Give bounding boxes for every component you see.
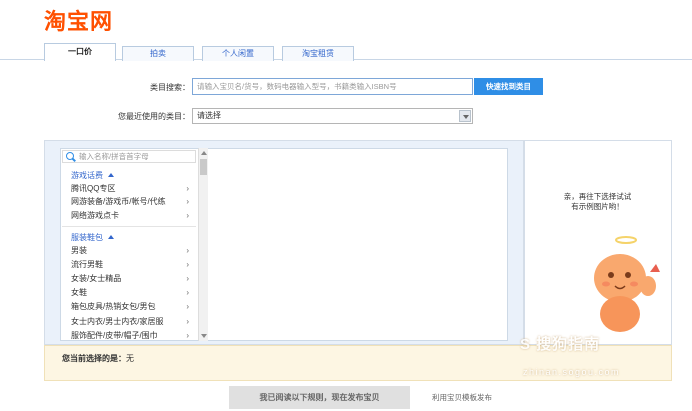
dropdown-arrow-icon[interactable]	[459, 110, 471, 122]
category-item[interactable]: 网络游戏点卡 ›	[71, 210, 189, 222]
category-search-label: 类目搜索：	[150, 83, 190, 92]
chevron-right-icon: ›	[186, 302, 189, 311]
scroll-thumb[interactable]	[200, 159, 207, 175]
recent-category-label: 您最近使用的类目：	[118, 112, 190, 121]
category-filter-input[interactable]: 输入名称/拼音首字母	[62, 150, 196, 163]
chevron-right-icon: ›	[186, 211, 189, 220]
category-item[interactable]: 腾讯QQ专区 ›	[71, 183, 189, 195]
chevron-right-icon: ›	[186, 288, 189, 297]
sogou-watermark: S 搜狗指南	[520, 336, 601, 353]
collapse-icon	[108, 173, 114, 177]
tab-auction[interactable]: 拍卖	[122, 46, 194, 61]
chevron-right-icon: ›	[186, 317, 189, 326]
mascot-illustration	[594, 236, 660, 332]
scroll-up-icon[interactable]	[201, 151, 207, 155]
category-item[interactable]: 流行男鞋 ›	[71, 259, 189, 271]
listing-type-tabs: 一口价 拍卖 个人闲置 淘宝租赁	[0, 43, 692, 61]
category-item[interactable]: 女士内衣/男士内衣/家居服 ›	[71, 316, 189, 328]
tab-fixed-price[interactable]: 一口价	[44, 43, 116, 61]
category-search-input[interactable]: 请输入宝贝名/货号，数码电器输入型号，书籍类输入ISBN号	[192, 78, 473, 95]
tab-rental[interactable]: 淘宝租赁	[282, 46, 354, 61]
category-scrollbar[interactable]	[198, 148, 208, 341]
example-hint-text: 亲，再往下选择试试 有示例图片哟！	[563, 192, 632, 211]
find-category-button[interactable]: 快速找到类目	[474, 78, 543, 95]
group-title-apparel[interactable]: 服装鞋包	[71, 232, 114, 243]
group-title-games[interactable]: 游戏话费	[71, 170, 114, 181]
tab-personal-idle[interactable]: 个人闲置	[202, 46, 274, 61]
taobao-logo[interactable]: 淘宝网	[44, 4, 113, 36]
selected-category-value: 无	[126, 354, 134, 363]
category-filter-placeholder: 输入名称/拼音首字母	[79, 152, 149, 161]
collapse-icon	[108, 235, 114, 239]
chevron-right-icon: ›	[186, 331, 189, 340]
category-item[interactable]: 女鞋 ›	[71, 287, 189, 299]
category-item[interactable]: 男装 ›	[71, 245, 189, 257]
chevron-right-icon: ›	[186, 246, 189, 255]
recent-category-value: 请选择	[197, 111, 221, 120]
chevron-right-icon: ›	[186, 260, 189, 269]
template-publish-link[interactable]: 利用宝贝模板发布	[432, 392, 492, 403]
category-column-2	[208, 148, 508, 341]
sogou-watermark-url: zhinan.sogou.com	[523, 367, 621, 377]
category-item[interactable]: 箱包皮具/热销女包/男包 ›	[71, 301, 189, 313]
selected-category-label: 您当前选择的是：无	[62, 354, 134, 363]
category-item[interactable]: 女装/女士精品 ›	[71, 273, 189, 285]
recent-category-select[interactable]: 请选择	[192, 108, 473, 124]
chevron-right-icon: ›	[186, 274, 189, 283]
chevron-right-icon: ›	[186, 184, 189, 193]
publish-item-button[interactable]: 我已阅读以下规则，现在发布宝贝	[229, 386, 410, 409]
category-item[interactable]: 网游装备/游戏币/帐号/代练 ›	[71, 196, 189, 208]
group-divider	[62, 226, 196, 227]
scroll-down-icon[interactable]	[201, 334, 207, 338]
chevron-right-icon: ›	[186, 197, 189, 206]
category-item[interactable]: 服饰配件/皮带/帽子/围巾 ›	[71, 330, 189, 340]
